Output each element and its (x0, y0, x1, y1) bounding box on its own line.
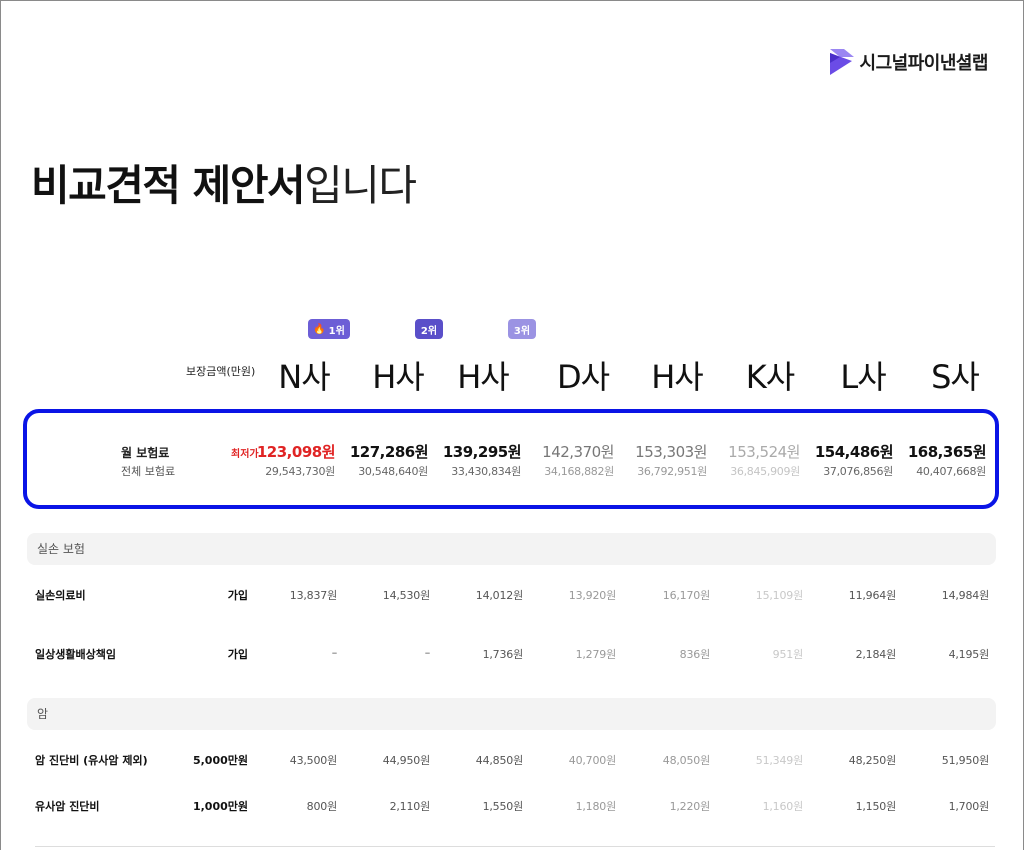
coverage-row-label: 암 진단비 (유사암 제외) (35, 754, 148, 767)
rank-badge-1: 🔥 1위 (308, 319, 350, 339)
rank-label: 2위 (420, 325, 438, 337)
fire-icon: 🔥 (313, 323, 326, 335)
price-cell: 4,195원 (948, 648, 990, 661)
company-name: H사 (457, 358, 510, 396)
title-bold: 비교견적 제안서 (31, 161, 306, 210)
coverage-row-label: 실손의료비 (35, 589, 86, 602)
rank-label: 3위 (513, 325, 531, 337)
monthly-premium-label: 월 보험료 (121, 446, 170, 460)
total-premium-label: 전체 보험료 (121, 465, 176, 478)
signal-logo-icon (829, 49, 854, 75)
coverage-amount-label: 보장금액(만원) (186, 365, 256, 378)
company-name: D사 (556, 358, 610, 396)
coverage-row-label: 유사암 진단비 (35, 800, 100, 813)
page-title: 비교견적 제안서입니다 (31, 152, 417, 213)
section-header: 암 (27, 698, 996, 730)
brand-name: 시그널파이낸셜랩 (859, 53, 989, 74)
price-cell: 14,984원 (941, 589, 989, 602)
rank-badge-2: 2위 (415, 319, 443, 339)
rank-badge-3: 3위 (508, 319, 536, 339)
price-cell: 1,700원 (948, 800, 990, 813)
company-name: S사 (931, 358, 980, 396)
company-name: L사 (840, 358, 886, 396)
title-light: 입니다 (304, 161, 417, 210)
company-name: N사 (278, 358, 330, 396)
company-name: H사 (372, 358, 425, 396)
company-name: H사 (651, 358, 704, 396)
coverage-row-label: 일상생활배상책임 (35, 648, 116, 661)
rank-label: 1위 (328, 325, 345, 337)
company-name: K사 (745, 358, 795, 396)
price-cell: 51,950원 (941, 754, 989, 767)
section-header: 실손 보험 (27, 533, 996, 565)
divider (35, 846, 995, 847)
total-premium: 40,407,668원 (916, 465, 986, 478)
monthly-premium: 168,365원 (907, 443, 987, 461)
brand: 시그널파이낸셜랩 (829, 49, 989, 75)
